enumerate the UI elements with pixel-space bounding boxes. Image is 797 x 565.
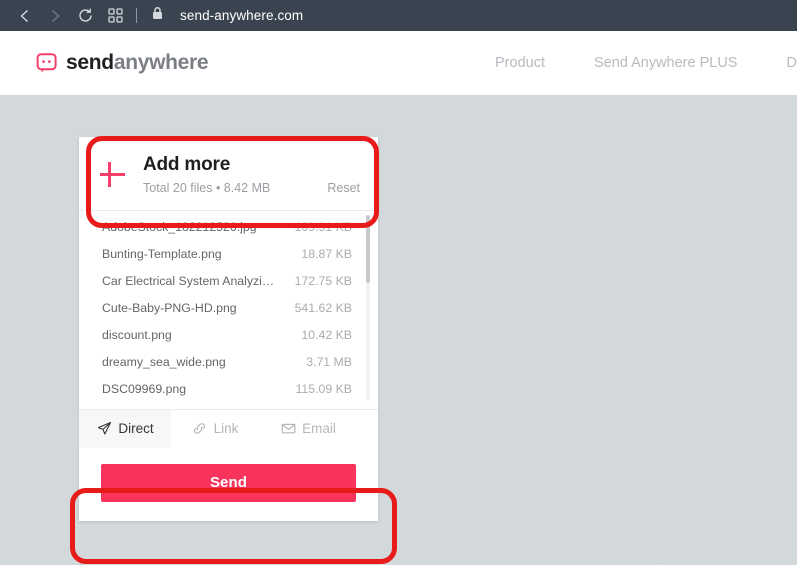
tab-direct-label: Direct bbox=[118, 421, 154, 437]
file-name: DSC09969.png bbox=[102, 382, 187, 397]
send-button-area: Send bbox=[79, 447, 378, 521]
reset-button[interactable]: Reset bbox=[327, 181, 360, 195]
file-size: 18.87 KB bbox=[301, 247, 352, 262]
toolbar-divider bbox=[136, 8, 137, 23]
plus-icon bbox=[97, 159, 127, 189]
envelope-icon bbox=[280, 421, 296, 437]
file-name: dreamy_sea_wide.png bbox=[102, 355, 226, 370]
site-security-indicator[interactable] bbox=[146, 6, 168, 26]
table-row[interactable]: AdobeStock_182212526.jpg 109.91 KB bbox=[79, 214, 378, 241]
file-name: AdobeStock_182212526.jpg bbox=[102, 220, 257, 235]
back-button[interactable] bbox=[10, 0, 40, 31]
grid-tabs-icon bbox=[107, 8, 123, 23]
logo-text-anywhere: anywhere bbox=[113, 51, 209, 74]
send-button[interactable]: Send bbox=[101, 463, 356, 502]
send-card: Add more Total 20 files • 8.42 MB Reset … bbox=[79, 137, 378, 521]
tab-link-label: Link bbox=[213, 421, 239, 437]
file-list[interactable]: AdobeStock_182212526.jpg 109.91 KB Bunti… bbox=[79, 209, 378, 409]
logo-text-send: send bbox=[66, 51, 114, 74]
table-row[interactable]: Cute-Baby-PNG-HD.png 541.62 KB bbox=[79, 295, 378, 322]
file-size: 541.62 KB bbox=[294, 301, 352, 316]
paper-plane-icon bbox=[96, 421, 112, 437]
reload-button[interactable] bbox=[70, 0, 100, 31]
file-size: 115.09 KB bbox=[295, 382, 352, 397]
reload-icon bbox=[77, 7, 94, 24]
lock-icon bbox=[151, 6, 164, 26]
site-header: sendanywhere Product Send Anywhere PLUS … bbox=[0, 31, 797, 95]
file-name: Car Electrical System Analyzi… bbox=[102, 274, 275, 289]
add-more-texts: Add more Total 20 files • 8.42 MB Reset bbox=[143, 154, 360, 195]
transfer-mode-tabs: Direct Link Email bbox=[79, 408, 378, 448]
address-bar-url[interactable]: send-anywhere.com bbox=[180, 8, 303, 23]
total-files-label: Total 20 files • 8.42 MB bbox=[143, 180, 271, 195]
add-more-label: Add more bbox=[143, 154, 231, 175]
file-name: Bunting-Template.png bbox=[102, 247, 222, 262]
chevron-left-icon bbox=[17, 8, 33, 24]
tab-email[interactable]: Email bbox=[259, 410, 357, 448]
table-row[interactable]: discount.png 10.42 KB bbox=[79, 322, 378, 349]
file-name: Cute-Baby-PNG-HD.png bbox=[102, 301, 237, 316]
site-logo-text: sendanywhere bbox=[66, 51, 209, 75]
file-size: 10.42 KB bbox=[301, 328, 352, 343]
file-list-scrollbar[interactable] bbox=[366, 214, 370, 401]
file-list-scrollbar-thumb[interactable] bbox=[366, 214, 370, 283]
nav-item-download[interactable]: Downloa bbox=[786, 55, 797, 71]
tab-direct[interactable]: Direct bbox=[79, 409, 171, 448]
sendanywhere-logo-icon bbox=[36, 52, 58, 74]
table-row[interactable]: Car Electrical System Analyzi… 172.75 KB bbox=[79, 268, 378, 295]
table-row[interactable]: kak-pravilno-vospityvat-detei- 82.26 KB bbox=[79, 403, 378, 409]
tab-link[interactable]: Link bbox=[171, 410, 259, 448]
nav-item-product[interactable]: Product bbox=[495, 55, 545, 71]
add-more-subrow: Total 20 files • 8.42 MB Reset bbox=[143, 181, 360, 195]
forward-button[interactable] bbox=[40, 0, 70, 31]
table-row[interactable]: Bunting-Template.png 18.87 KB bbox=[79, 241, 378, 268]
file-size: 109.91 KB bbox=[294, 220, 352, 235]
chevron-right-icon bbox=[47, 8, 63, 24]
site-logo[interactable]: sendanywhere bbox=[36, 51, 209, 75]
file-size: 172.75 KB bbox=[294, 274, 352, 289]
site-navigation: Product Send Anywhere PLUS Downloa bbox=[495, 31, 797, 95]
nav-item-send-anywhere-plus[interactable]: Send Anywhere PLUS bbox=[594, 55, 737, 71]
tab-overview-button[interactable] bbox=[100, 0, 130, 31]
table-row[interactable]: dreamy_sea_wide.png 3.71 MB bbox=[79, 349, 378, 376]
link-chain-icon bbox=[192, 421, 208, 437]
page-body: Our never-ending goal is to ma Add more … bbox=[0, 95, 797, 565]
file-size: 3.71 MB bbox=[306, 355, 352, 370]
browser-toolbar: send-anywhere.com bbox=[0, 0, 797, 31]
tab-email-label: Email bbox=[302, 421, 336, 437]
file-name: discount.png bbox=[102, 328, 172, 343]
add-more-header[interactable]: Add more Total 20 files • 8.42 MB Reset bbox=[79, 137, 378, 210]
table-row[interactable]: DSC09969.png 115.09 KB bbox=[79, 376, 378, 403]
